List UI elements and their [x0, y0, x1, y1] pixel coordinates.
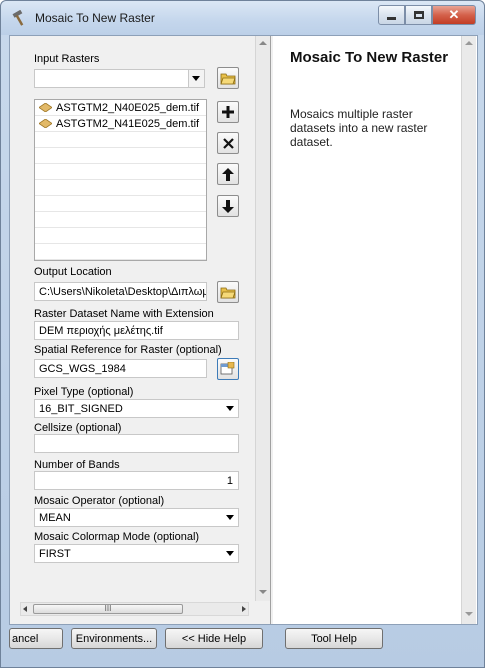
- colormap-mode-label: Mosaic Colormap Mode (optional): [34, 531, 200, 543]
- parameters-pane: Input Rasters ASTGTM2_N40E025_dem.tif AS…: [10, 36, 271, 624]
- input-rasters-list[interactable]: ASTGTM2_N40E025_dem.tif ASTGTM2_N41E025_…: [34, 99, 207, 261]
- button-bar: ancel Environments... << Hide Help Tool …: [1, 626, 485, 669]
- mosaic-operator-value: MEAN: [39, 512, 71, 524]
- output-location-label: Output Location: [34, 266, 112, 278]
- list-empty-row: [35, 148, 206, 164]
- list-empty-row: [35, 132, 206, 148]
- cancel-button[interactable]: ancel: [9, 628, 63, 649]
- scroll-right-icon[interactable]: [242, 606, 246, 612]
- parameters-vertical-scrollbar[interactable]: [255, 36, 270, 601]
- hammer-icon: [12, 10, 24, 26]
- parameters-horizontal-scrollbar[interactable]: III: [20, 602, 249, 616]
- list-empty-row: [35, 196, 206, 212]
- spatial-ref-properties-button[interactable]: [217, 358, 239, 380]
- help-body: Mosaics multiple raster datasets into a …: [290, 107, 428, 149]
- raster-dataset-icon: [39, 119, 52, 128]
- list-empty-row: [35, 212, 206, 228]
- plus-icon: [222, 106, 234, 118]
- environments-button[interactable]: Environments...: [71, 628, 157, 649]
- list-item-text: ASTGTM2_N41E025_dem.tif: [56, 117, 200, 130]
- output-location-input[interactable]: C:\Users\Nikoleta\Desktop\Διπλωμ: [34, 282, 207, 301]
- spatial-ref-label: Spatial Reference for Raster (optional): [34, 344, 222, 356]
- up-arrow-icon: [222, 167, 234, 181]
- cellsize-input[interactable]: [34, 434, 239, 453]
- title-bar[interactable]: Mosaic To New Raster ✕: [1, 1, 484, 35]
- list-empty-row: [35, 180, 206, 196]
- help-title: Mosaic To New Raster: [290, 49, 449, 66]
- minimize-icon: [387, 16, 396, 20]
- horizontal-scroll-thumb[interactable]: III: [33, 604, 183, 614]
- pixel-type-value: 16_BIT_SIGNED: [39, 403, 123, 415]
- open-folder-icon: [220, 287, 236, 299]
- window-title: Mosaic To New Raster: [35, 11, 155, 25]
- dialog-client: Input Rasters ASTGTM2_N40E025_dem.tif AS…: [9, 35, 478, 625]
- list-empty-row: [35, 244, 206, 260]
- scroll-down-icon[interactable]: [259, 590, 267, 594]
- dataset-name-input[interactable]: DEM περιοχής μελέτης.tif: [34, 321, 239, 340]
- spatial-ref-input[interactable]: GCS_WGS_1984: [34, 359, 207, 378]
- pixel-type-label: Pixel Type (optional): [34, 386, 134, 398]
- colormap-mode-value: FIRST: [39, 548, 71, 560]
- scroll-up-icon[interactable]: [259, 41, 267, 45]
- dataset-name-label: Raster Dataset Name with Extension: [34, 308, 214, 320]
- browse-input-button[interactable]: [217, 67, 239, 89]
- move-down-button[interactable]: [217, 195, 239, 217]
- list-item[interactable]: ASTGTM2_N41E025_dem.tif: [35, 116, 206, 132]
- list-empty-row: [35, 164, 206, 180]
- chevron-down-icon: [226, 406, 234, 411]
- scroll-left-icon[interactable]: [23, 606, 27, 612]
- input-rasters-combo[interactable]: [34, 69, 205, 88]
- num-bands-label: Number of Bands: [34, 459, 120, 471]
- close-icon: ✕: [448, 7, 460, 22]
- num-bands-input[interactable]: 1: [34, 471, 239, 490]
- list-item[interactable]: ASTGTM2_N40E025_dem.tif: [35, 100, 206, 116]
- maximize-button[interactable]: [405, 5, 432, 25]
- pixel-type-select[interactable]: 16_BIT_SIGNED: [34, 399, 239, 418]
- tool-help-button[interactable]: Tool Help: [285, 628, 383, 649]
- chevron-down-icon: [226, 515, 234, 520]
- cellsize-label: Cellsize (optional): [34, 422, 122, 434]
- scroll-thumb-grip: III: [104, 604, 112, 613]
- hide-help-button[interactable]: << Hide Help: [165, 628, 263, 649]
- move-up-button[interactable]: [217, 163, 239, 185]
- colormap-mode-select[interactable]: FIRST: [34, 544, 239, 563]
- raster-dataset-icon: [39, 103, 52, 112]
- spatial-reference-icon: [220, 362, 235, 375]
- scroll-up-icon[interactable]: [465, 41, 473, 45]
- list-item-text: ASTGTM2_N40E025_dem.tif: [56, 101, 200, 114]
- chevron-down-icon: [226, 551, 234, 556]
- scroll-down-icon[interactable]: [465, 612, 473, 616]
- minimize-button[interactable]: [378, 5, 405, 25]
- chevron-down-icon: [192, 76, 200, 81]
- mosaic-operator-select[interactable]: MEAN: [34, 508, 239, 527]
- maximize-icon: [413, 11, 424, 19]
- help-vertical-scrollbar[interactable]: [461, 36, 476, 624]
- help-pane: Mosaic To New Raster Mosaics multiple ra…: [273, 36, 477, 624]
- mosaic-operator-label: Mosaic Operator (optional): [34, 495, 165, 507]
- remove-icon: [222, 137, 234, 149]
- down-arrow-icon: [222, 199, 234, 213]
- close-button[interactable]: ✕: [432, 5, 476, 25]
- window-controls: ✕: [378, 5, 476, 25]
- browse-output-button[interactable]: [217, 281, 239, 303]
- add-row-button[interactable]: [217, 101, 239, 123]
- list-empty-row: [35, 228, 206, 244]
- remove-row-button[interactable]: [217, 132, 239, 154]
- dialog-window: Mosaic To New Raster ✕ Input Rasters AST…: [0, 0, 485, 668]
- input-rasters-label: Input Rasters: [34, 53, 100, 65]
- open-folder-icon: [220, 73, 236, 85]
